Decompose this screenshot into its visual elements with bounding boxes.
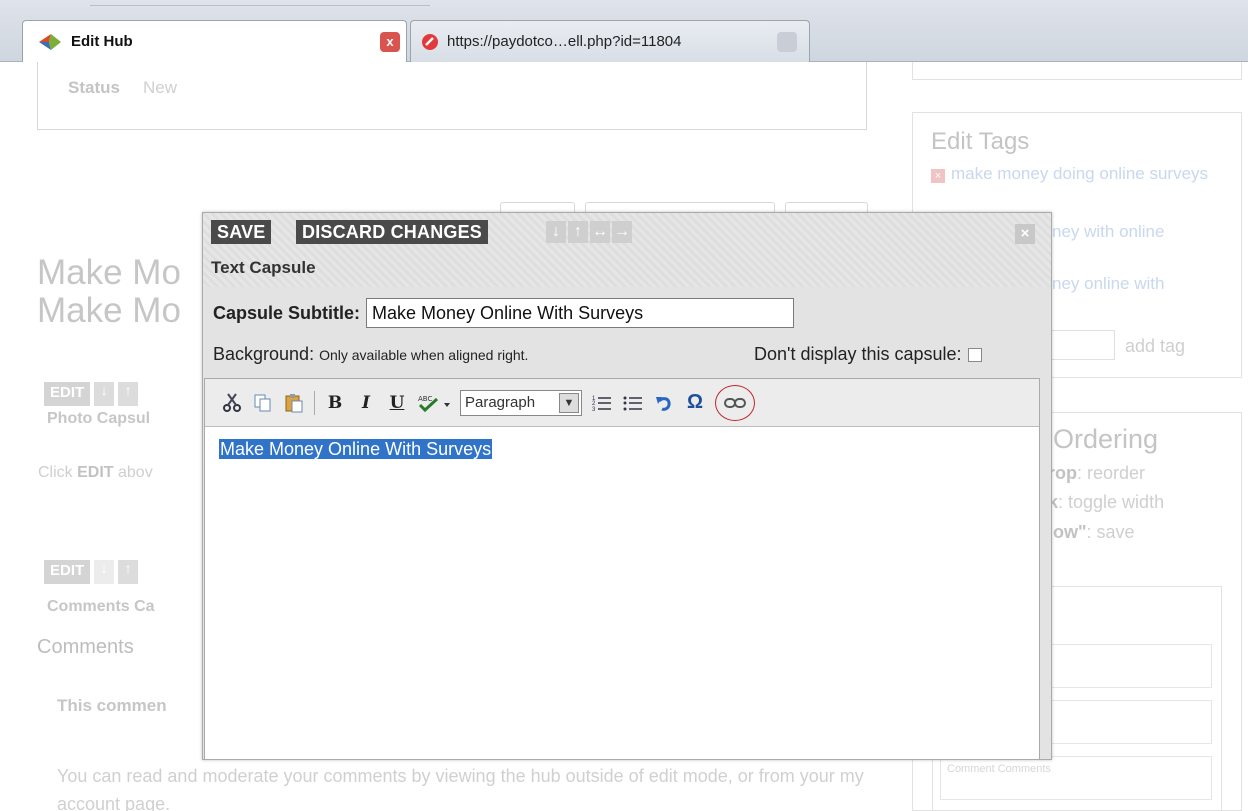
bullet-list-icon[interactable] xyxy=(622,391,644,415)
underline-button[interactable]: U xyxy=(386,391,408,415)
tab-edit-hub[interactable]: Edit Hub x xyxy=(22,20,407,62)
copy-icon[interactable] xyxy=(252,391,274,415)
editor-content[interactable]: Make Money Online With Surveys xyxy=(219,439,493,460)
ordering-heading: Ordering xyxy=(1053,424,1159,454)
dont-display-label: Don't display this capsule: xyxy=(754,344,962,364)
move-up-icon[interactable]: ↑ xyxy=(568,221,588,243)
toggle-width-icon[interactable]: ↔ xyxy=(590,221,610,243)
tag-input[interactable] xyxy=(1050,330,1115,360)
browser-tab-strip: Edit Hub x https://paydotco…ell.php?id=1… xyxy=(0,0,1248,62)
tab-close-icon[interactable] xyxy=(777,31,797,52)
close-icon[interactable]: × xyxy=(1015,224,1035,244)
format-select[interactable]: Paragraph ▼ xyxy=(460,389,582,416)
comments-note: This commen xyxy=(57,696,167,715)
status-label: Status xyxy=(68,78,120,97)
dialog-header: SAVE DISCARD CHANGES ↓ ↑ ↔ → × Text Caps… xyxy=(203,213,1051,287)
comments-capsule-label: Comments Ca xyxy=(47,598,155,615)
ordering-hint: rop: reorder xyxy=(1048,463,1146,483)
comments-heading: Comments xyxy=(37,636,134,658)
tab-close-icon[interactable]: x xyxy=(380,31,400,52)
add-tag-link[interactable]: add tag xyxy=(1125,336,1185,357)
capsule-subtitle-row: Capsule Subtitle: xyxy=(213,298,795,328)
sidebar-panel-top xyxy=(912,62,1242,80)
hub-title: Make Mo Make Mo xyxy=(37,254,181,330)
photo-capsule-toolbar: EDIT ↓ ↑ xyxy=(44,382,139,406)
address-bar-edge xyxy=(90,0,430,6)
comments-moderation-text: You can read and moderate your comments … xyxy=(57,766,864,811)
remove-tag-icon[interactable]: × xyxy=(931,169,945,183)
status-box: Status New xyxy=(37,62,867,130)
bold-button[interactable]: B xyxy=(324,391,346,415)
edit-tags-heading: Edit Tags xyxy=(931,128,1030,155)
tag-item[interactable]: ney online with xyxy=(1052,274,1164,294)
chevron-down-icon: ▼ xyxy=(559,392,579,413)
save-button[interactable]: SAVE xyxy=(211,220,272,244)
background-label: Background: xyxy=(213,344,315,364)
move-down-icon[interactable]: ↓ xyxy=(546,221,566,243)
ordering-hint: k: toggle width xyxy=(1048,492,1165,512)
format-select-value: Paragraph xyxy=(465,394,536,411)
dialog-title: Text Capsule xyxy=(211,258,316,277)
italic-button[interactable]: I xyxy=(355,391,377,415)
edit-button[interactable]: EDIT xyxy=(44,560,91,584)
tab-paydotcom[interactable]: https://paydotco…ell.php?id=11804 xyxy=(410,20,810,62)
hubpages-logo-icon xyxy=(39,33,61,51)
tab-title: https://paydotco…ell.php?id=11804 xyxy=(447,33,682,50)
move-down-icon[interactable]: ↓ xyxy=(94,560,115,584)
insert-link-icon[interactable] xyxy=(715,384,755,421)
svg-text:ABC: ABC xyxy=(418,395,432,403)
move-controls: ↓ ↑ ↔ → xyxy=(546,221,632,243)
numbered-list-icon[interactable]: 123 xyxy=(591,391,613,415)
cut-icon[interactable] xyxy=(221,391,243,415)
discard-changes-button[interactable]: DISCARD CHANGES xyxy=(296,220,489,244)
move-down-icon[interactable]: ↓ xyxy=(94,382,115,406)
photo-capsule-hint: Click EDIT abov xyxy=(38,464,153,481)
comments-capsule-toolbar: EDIT ↓ ↑ xyxy=(44,560,139,584)
capsule-subtitle-input[interactable] xyxy=(366,298,795,328)
undo-icon[interactable] xyxy=(653,391,675,415)
special-character-icon[interactable]: Ω xyxy=(684,391,706,415)
move-up-icon[interactable]: ↑ xyxy=(118,560,139,584)
tag-item[interactable]: ney with online xyxy=(1052,222,1164,242)
dont-display-row: Don't display this capsule: xyxy=(754,344,982,365)
editor-toolbar: B I U ABC Paragraph ▼ 123 Ω xyxy=(205,379,1039,427)
paste-icon[interactable] xyxy=(283,391,305,415)
comment-field[interactable]: Comment Comments xyxy=(940,756,1212,800)
svg-text:3: 3 xyxy=(592,407,596,412)
rich-text-editor: B I U ABC Paragraph ▼ 123 Ω Make Money O… xyxy=(204,378,1040,760)
tag-item[interactable]: × make money doing online surveys xyxy=(931,164,1231,184)
move-right-icon[interactable]: → xyxy=(612,221,632,243)
site-favicon-icon xyxy=(421,33,439,51)
move-up-icon[interactable]: ↑ xyxy=(118,382,139,406)
toolbar-separator xyxy=(314,390,315,415)
capsule-subtitle-label: Capsule Subtitle: xyxy=(213,302,361,323)
text-capsule-dialog: SAVE DISCARD CHANGES ↓ ↑ ↔ → × Text Caps… xyxy=(202,212,1052,760)
tab-title: Edit Hub xyxy=(71,33,133,50)
background-note: Only available when aligned right. xyxy=(319,347,529,363)
dont-display-checkbox[interactable] xyxy=(967,347,982,362)
status-value: New xyxy=(143,78,178,97)
spellcheck-icon[interactable]: ABC xyxy=(417,391,451,415)
selected-text: Make Money Online With Surveys xyxy=(219,439,493,459)
background-row: Background: Only available when aligned … xyxy=(213,344,528,365)
photo-capsule-label: Photo Capsul xyxy=(47,410,151,427)
edit-button[interactable]: EDIT xyxy=(44,382,91,406)
ordering-hint: low": save xyxy=(1048,522,1135,542)
